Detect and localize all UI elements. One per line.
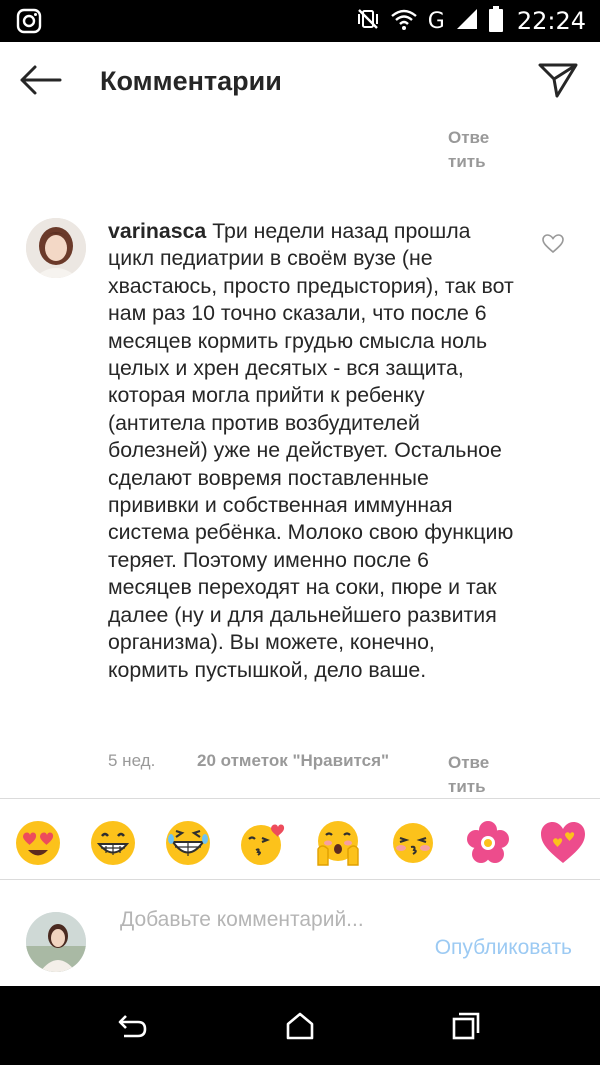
paper-plane-icon [538, 62, 578, 103]
navigation-bar [0, 986, 600, 1065]
publish-button[interactable]: Опубликовать [435, 936, 572, 960]
network-type: G [427, 8, 445, 34]
recents-nav-icon[interactable] [446, 1006, 486, 1046]
flushed-hands-emoji[interactable] [314, 819, 362, 867]
heart-emoji[interactable] [539, 819, 587, 867]
comment-time: 5 нед. [108, 751, 156, 770]
vibrate-off-icon [356, 7, 380, 36]
previous-reply-link[interactable]: Ответить [448, 126, 496, 174]
home-nav-icon[interactable] [280, 1006, 320, 1046]
arrow-left-icon [18, 64, 62, 101]
app-header: Комментарии [0, 42, 600, 122]
page-title: Комментарии [100, 66, 282, 96]
share-button[interactable] [536, 62, 580, 102]
comment-body: varinasca Три недели назад прошла цикл п… [108, 218, 518, 684]
flower-emoji[interactable] [464, 819, 512, 867]
kissing-blush-emoji[interactable] [389, 819, 437, 867]
previous-comment: Ответить [0, 122, 600, 182]
comment-username[interactable]: varinasca [108, 219, 206, 243]
back-nav-icon[interactable] [112, 1006, 152, 1046]
comment-text: Три недели назад прошла цикл педиатрии в… [108, 219, 514, 682]
like-button[interactable] [540, 233, 566, 259]
my-avatar [26, 912, 86, 972]
grinning-emoji[interactable] [89, 819, 137, 867]
kissing-heart-emoji[interactable] [239, 819, 287, 867]
battery-icon [488, 5, 503, 37]
comments-list[interactable]: Ответить varinasca Три недели назад прош… [0, 122, 600, 798]
heart-outline-icon [542, 233, 564, 259]
laughing-emoji[interactable] [164, 819, 212, 867]
signal-icon [455, 7, 479, 36]
instagram-icon [16, 8, 42, 39]
status-bar: G 22:24 [0, 0, 600, 42]
reply-link[interactable]: Ответить [448, 751, 496, 798]
back-button[interactable] [16, 62, 64, 102]
status-time: 22:24 [516, 7, 586, 35]
heart-eyes-emoji[interactable] [14, 819, 62, 867]
commenter-avatar[interactable] [26, 218, 86, 278]
add-comment-bar: Опубликовать [0, 880, 600, 986]
comment-input[interactable] [120, 906, 390, 966]
wifi-icon [390, 7, 418, 36]
comment-likes[interactable]: 20 отметок "Нравится" [197, 751, 389, 771]
emoji-bar [0, 798, 600, 880]
